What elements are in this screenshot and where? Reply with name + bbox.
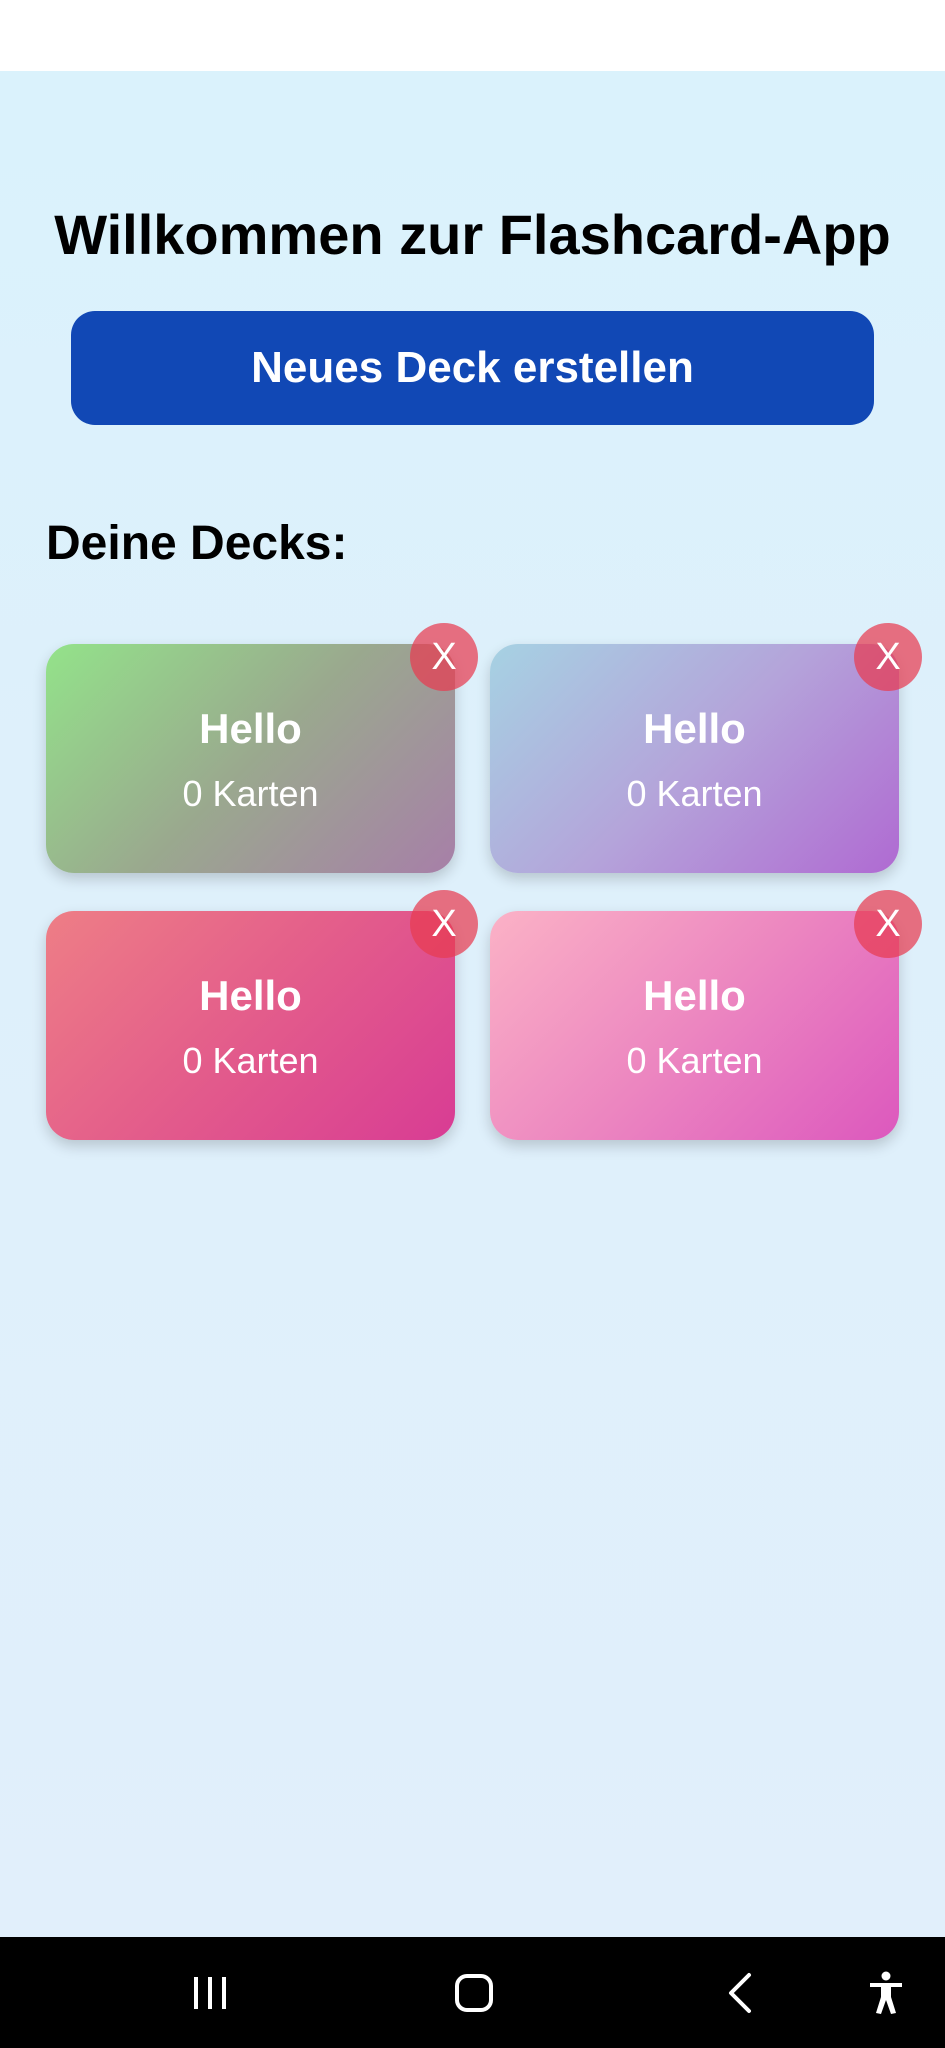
deck-card-count: 0 Karten — [182, 1040, 319, 1081]
deck-card-count: 0 Karten — [626, 773, 763, 814]
deck-name: Hello — [199, 705, 302, 752]
delete-deck-button[interactable]: X — [854, 623, 922, 691]
home-icon — [455, 1973, 493, 2012]
decks-heading: Deine Decks: — [46, 517, 348, 570]
deck-card-count: 0 Karten — [626, 1040, 763, 1081]
status-bar — [0, 0, 945, 71]
home-button[interactable] — [434, 1937, 514, 2048]
accessibility-button[interactable] — [846, 1937, 926, 2048]
deck-card[interactable]: Hello 0 Karten — [490, 911, 899, 1140]
system-navigation-bar — [0, 1937, 945, 2048]
deck-name: Hello — [643, 972, 746, 1019]
back-icon — [729, 1972, 751, 2013]
recent-apps-button[interactable] — [170, 1937, 250, 2048]
deck-card[interactable]: Hello 0 Karten — [46, 911, 455, 1140]
delete-deck-button[interactable]: X — [410, 623, 478, 691]
recent-apps-icon — [194, 1976, 226, 2009]
deck-card[interactable]: Hello 0 Karten — [46, 644, 455, 873]
deck-card-count: 0 Karten — [182, 773, 319, 814]
deck-name: Hello — [643, 705, 746, 752]
page-title: Willkommen zur Flashcard-App — [54, 203, 891, 266]
deck-card[interactable]: Hello 0 Karten — [490, 644, 899, 873]
new-deck-button[interactable]: Neues Deck erstellen — [71, 311, 874, 425]
app-screen: Willkommen zur Flashcard-App Neues Deck … — [0, 71, 945, 1937]
deck-name: Hello — [199, 972, 302, 1019]
delete-deck-button[interactable]: X — [410, 890, 478, 958]
delete-deck-button[interactable]: X — [854, 890, 922, 958]
accessibility-icon — [870, 1971, 902, 2014]
back-button[interactable] — [700, 1937, 780, 2048]
